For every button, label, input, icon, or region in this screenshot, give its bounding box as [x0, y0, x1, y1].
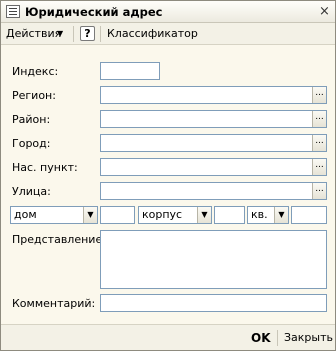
city-input[interactable] — [101, 135, 326, 151]
house-number-input[interactable] — [101, 207, 134, 223]
apartment-number-input[interactable] — [292, 207, 326, 223]
locality-label: Нас. пункт: — [12, 161, 78, 174]
toolbar: Действия ▼ ? Классификатор — [1, 23, 335, 45]
close-button[interactable]: Закрыть — [284, 331, 333, 344]
locality-input[interactable] — [101, 159, 326, 175]
house-type-value: дом — [14, 208, 37, 221]
building-type-value: корпус — [142, 208, 183, 221]
presentation-field[interactable] — [100, 230, 327, 289]
district-label: Район: — [12, 113, 51, 126]
house-type-select[interactable]: дом ▼ — [10, 206, 98, 224]
city-label: Город: — [12, 137, 51, 150]
region-select-button[interactable]: ... — [312, 87, 326, 103]
building-type-select[interactable]: корпус ▼ — [138, 206, 212, 224]
window-title: Юридический адрес — [25, 5, 163, 19]
building-number-field[interactable] — [214, 206, 245, 224]
apartment-type-select[interactable]: кв. ▼ — [247, 206, 289, 224]
close-window-icon[interactable]: × — [317, 4, 332, 19]
city-select-button[interactable]: ... — [312, 135, 326, 151]
presentation-label: Представление: — [12, 233, 106, 246]
classifier-button[interactable]: Классификатор — [107, 26, 198, 42]
title-bar: Юридический адрес × — [1, 1, 335, 23]
dialog-footer: OK Закрыть — [1, 324, 335, 350]
building-type-dropdown-icon[interactable]: ▼ — [197, 207, 211, 223]
region-input[interactable] — [101, 87, 326, 103]
house-type-dropdown-icon[interactable]: ▼ — [83, 207, 97, 223]
street-select-button[interactable]: ... — [312, 183, 326, 199]
form-icon — [6, 5, 20, 18]
ok-button[interactable]: OK — [251, 331, 271, 345]
index-field[interactable] — [100, 62, 160, 80]
index-input[interactable] — [101, 63, 159, 79]
toolbar-separator — [100, 26, 101, 42]
street-label: Улица: — [12, 185, 51, 198]
comment-label: Комментарий: — [12, 297, 96, 310]
actions-dropdown-icon[interactable]: ▼ — [57, 26, 63, 42]
building-number-input[interactable] — [215, 207, 244, 223]
street-input[interactable] — [101, 183, 326, 199]
apartment-type-dropdown-icon[interactable]: ▼ — [274, 207, 288, 223]
district-select-button[interactable]: ... — [312, 111, 326, 127]
index-label: Индекс: — [12, 65, 59, 78]
comment-field[interactable] — [100, 294, 327, 312]
actions-menu-button[interactable]: Действия — [6, 26, 61, 42]
district-input[interactable] — [101, 111, 326, 127]
address-dialog: Юридический адрес × Действия ▼ ? Классиф… — [0, 0, 336, 351]
house-number-field[interactable] — [100, 206, 135, 224]
footer-separator — [277, 330, 278, 346]
district-field[interactable]: ... — [100, 110, 327, 128]
locality-select-button[interactable]: ... — [312, 159, 326, 175]
help-button[interactable]: ? — [80, 26, 95, 41]
locality-field[interactable]: ... — [100, 158, 327, 176]
toolbar-separator — [73, 26, 74, 42]
apartment-number-field[interactable] — [291, 206, 327, 224]
city-field[interactable]: ... — [100, 134, 327, 152]
region-field[interactable]: ... — [100, 86, 327, 104]
street-field[interactable]: ... — [100, 182, 327, 200]
region-label: Регион: — [12, 89, 56, 102]
comment-input[interactable] — [101, 295, 326, 311]
apartment-type-value: кв. — [251, 208, 268, 221]
